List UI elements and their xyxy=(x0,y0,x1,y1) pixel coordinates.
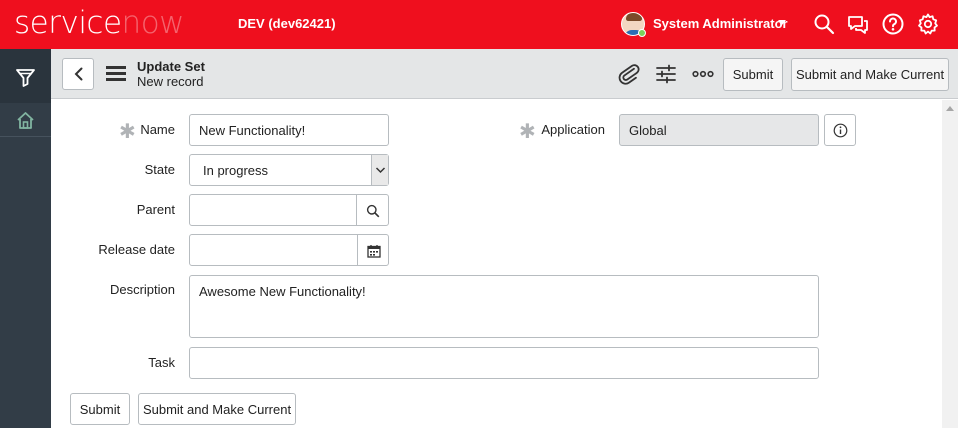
form-title: Update Set xyxy=(137,59,205,74)
search-icon xyxy=(366,204,380,218)
description-textarea[interactable]: Awesome New Functionality! xyxy=(189,275,819,338)
name-label: Name xyxy=(140,122,175,137)
top-banner: servicenow DEV (dev62421) System Adminis… xyxy=(0,0,958,49)
chevron-left-icon xyxy=(74,67,83,81)
settings-gear-icon[interactable] xyxy=(916,12,940,36)
instance-name: DEV (dev62421) xyxy=(238,16,336,31)
search-icon[interactable] xyxy=(812,12,836,36)
user-menu-caret-icon[interactable] xyxy=(778,20,786,25)
personalize-form-icon[interactable] xyxy=(654,62,678,86)
vertical-scrollbar[interactable] xyxy=(942,100,958,428)
back-button[interactable] xyxy=(62,58,94,90)
state-selected-value: In progress xyxy=(203,162,269,178)
home-icon xyxy=(17,112,34,129)
task-input[interactable] xyxy=(189,347,819,379)
name-required-marker: ✱ xyxy=(119,121,136,143)
connect-chat-icon[interactable] xyxy=(846,12,870,36)
release-date-calendar-button[interactable] xyxy=(357,234,389,266)
state-label: State xyxy=(144,162,175,177)
left-navigation xyxy=(0,49,51,428)
task-label: Task xyxy=(148,355,175,370)
header-submit-button[interactable]: Submit xyxy=(723,58,783,91)
info-icon xyxy=(833,123,848,138)
parent-lookup-button[interactable] xyxy=(356,194,389,226)
parent-input[interactable] xyxy=(189,194,357,226)
user-menu-name[interactable]: System Administrator xyxy=(653,16,788,31)
filter-navigator-icon xyxy=(16,69,35,87)
servicenow-logo[interactable]: servicenow xyxy=(14,4,185,42)
form-subtitle: New record xyxy=(137,74,204,89)
context-menu-icon[interactable] xyxy=(106,66,126,82)
application-field: Global xyxy=(619,114,819,146)
state-select[interactable]: In progress xyxy=(189,154,389,186)
description-label: Description xyxy=(109,282,175,297)
parent-label: Parent xyxy=(136,202,175,217)
paperclip-icon[interactable] xyxy=(617,62,641,86)
chevron-down-icon xyxy=(375,167,386,174)
release-date-label: Release date xyxy=(98,242,175,257)
application-info-button[interactable] xyxy=(824,114,856,146)
footer-submit-make-current-button[interactable]: Submit and Make Current xyxy=(138,393,296,425)
state-dropdown-toggle[interactable] xyxy=(371,155,388,185)
presence-indicator xyxy=(638,29,646,37)
scroll-up-arrow-icon[interactable] xyxy=(946,106,954,111)
calendar-icon xyxy=(367,245,381,258)
more-options-icon[interactable] xyxy=(692,67,714,81)
filter-navigator-tab[interactable] xyxy=(0,49,51,103)
form-header: Update Set New record Submit Submit and … xyxy=(51,49,958,99)
home-tab[interactable] xyxy=(0,103,51,137)
application-label: Application xyxy=(541,122,605,137)
footer-submit-button[interactable]: Submit xyxy=(70,393,130,425)
release-date-input[interactable] xyxy=(189,234,358,266)
application-required-marker: ✱ xyxy=(519,121,536,143)
header-submit-make-current-button[interactable]: Submit and Make Current xyxy=(791,58,949,91)
help-icon[interactable] xyxy=(881,12,905,36)
name-input[interactable]: New Functionality! xyxy=(189,114,389,146)
